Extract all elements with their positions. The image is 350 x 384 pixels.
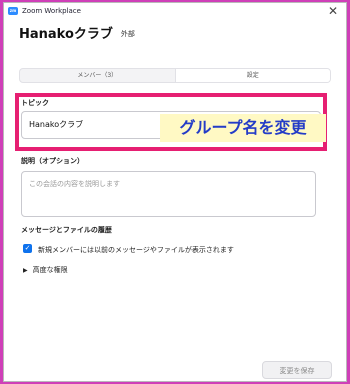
external-tag: 外部 <box>120 30 135 38</box>
advanced-permissions-label: 高度な権限 <box>32 266 68 274</box>
tab-members[interactable]: メンバー（3） <box>20 69 175 82</box>
title-bar: zm Zoom Workplace ✕ <box>4 3 346 19</box>
tab-settings[interactable]: 設定 <box>174 69 330 82</box>
history-checkbox[interactable]: ✓ <box>23 244 32 253</box>
history-label: メッセージとファイルの履歴 <box>21 226 112 234</box>
description-textarea[interactable]: この会話の内容を説明します <box>21 171 316 217</box>
window-title: Zoom Workplace <box>22 7 81 15</box>
chat-name: Hanakoクラブ <box>19 27 113 42</box>
zoom-logo-icon: zm <box>8 7 18 15</box>
tab-bar: メンバー（3） 設定 <box>19 68 331 83</box>
advanced-permissions-toggle[interactable]: ▶ 高度な権限 <box>23 265 68 275</box>
history-checkbox-label[interactable]: 新規メンバーには以前のメッセージやファイルが表示されます <box>38 245 234 255</box>
chat-header: Hanakoクラブ 外部 <box>19 23 135 42</box>
chevron-right-icon: ▶ <box>23 266 28 274</box>
settings-window: zm Zoom Workplace ✕ Hanakoクラブ 外部 メンバー（3）… <box>3 2 347 382</box>
rename-group-overlay: グループ名を変更 <box>160 114 326 142</box>
close-icon[interactable]: ✕ <box>328 4 338 18</box>
topic-label: トピック <box>21 99 49 107</box>
save-changes-button[interactable]: 変更を保存 <box>262 361 332 379</box>
description-label: 説明（オプション） <box>21 157 84 165</box>
